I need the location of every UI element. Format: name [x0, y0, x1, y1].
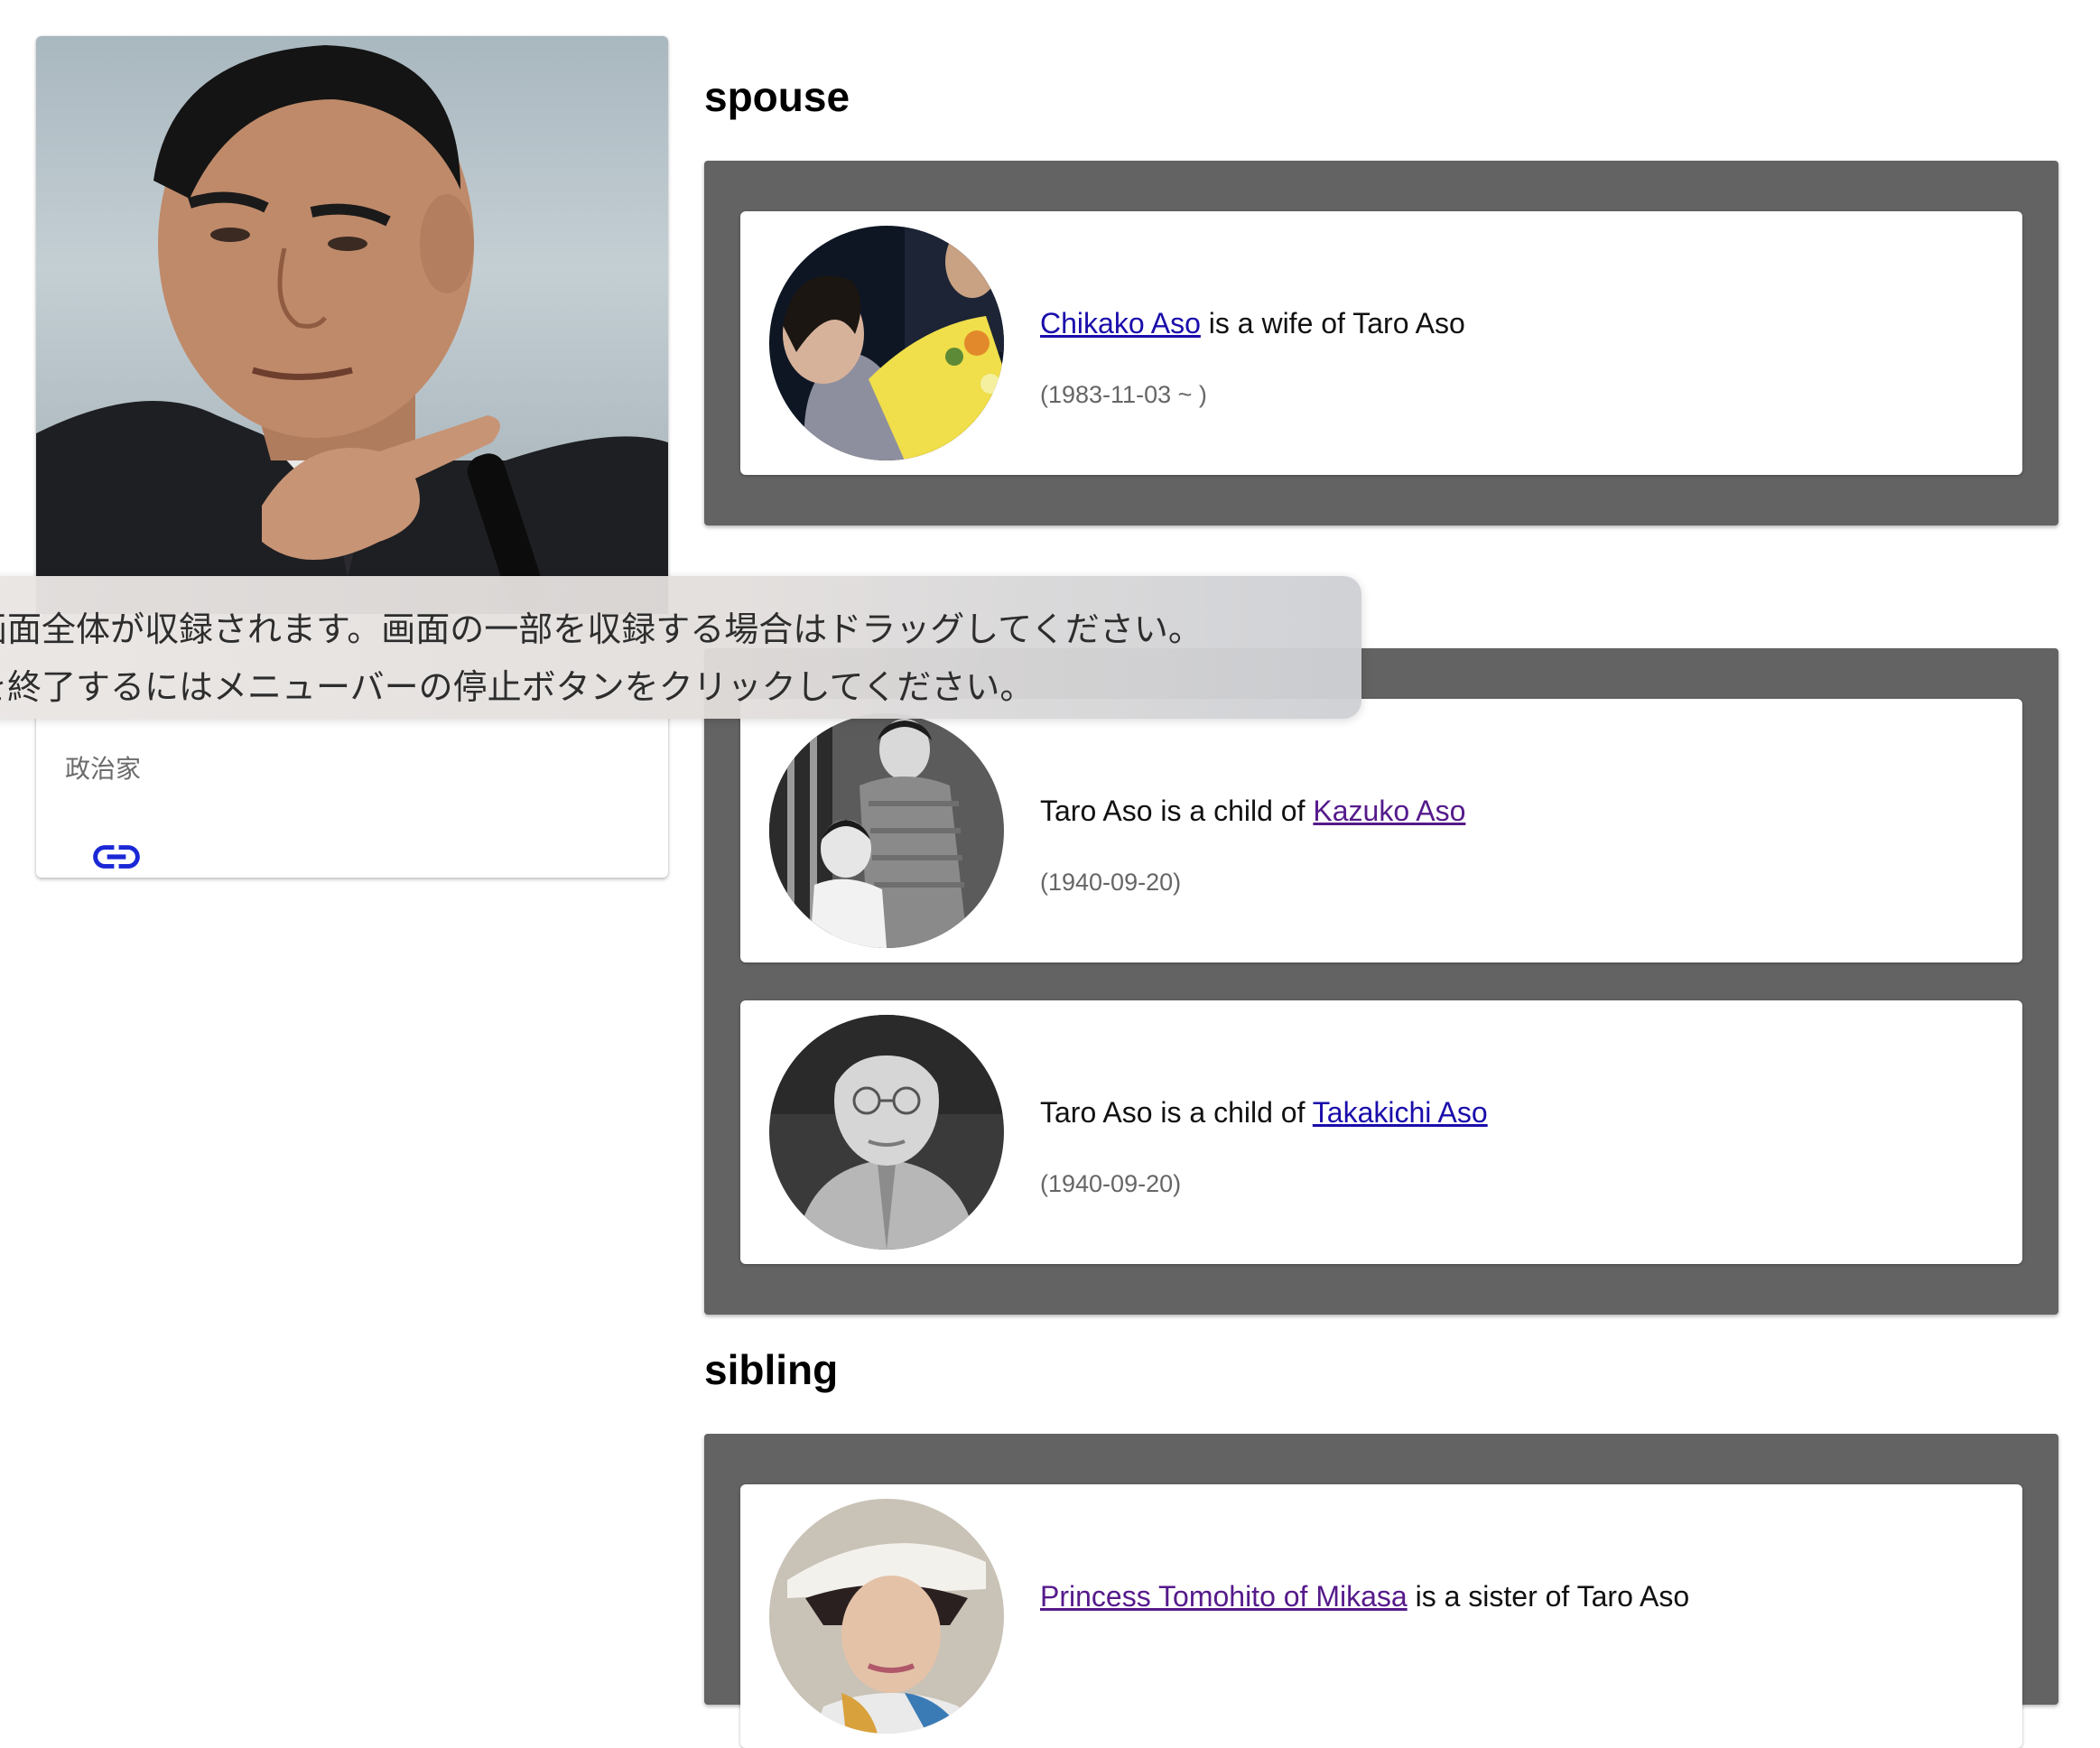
person-link-princess-tomohito[interactable]: Princess Tomohito of Mikasa: [1040, 1580, 1408, 1613]
relation-description: Taro Aso is a child of: [1040, 795, 1314, 827]
avatar-kazuko-aso: [769, 713, 1004, 948]
section-title-spouse: spouse: [704, 73, 850, 120]
relation-text: Taro Aso is a child of Takakichi Aso: [1040, 1096, 1488, 1130]
relation-date: (1940-09-20): [1040, 869, 1182, 896]
occupation-label: 政治家: [65, 755, 142, 783]
spouse-group: Chikako Aso is a wife of Taro Aso (1983-…: [704, 161, 2058, 525]
overlay-line-1: 画面全体が収録されます。画面の一部を収録する場合はドラッグしてください。: [0, 609, 1203, 649]
screen-recording-overlay: 画面全体が収録されます。画面の一部を収録する場合はドラッグしてください。 を終了…: [0, 576, 1361, 719]
relation-description: is a wife of Taro Aso: [1200, 307, 1465, 339]
relation-text: Princess Tomohito of Mikasa is a sister …: [1040, 1580, 1689, 1613]
parent-group: Taro Aso is a child of Kazuko Aso (1940-…: [704, 648, 2058, 1315]
avatar-takakichi-aso: [769, 1015, 1004, 1250]
relation-description: is a sister of Taro Aso: [1407, 1580, 1690, 1613]
relation-date: (1983-11-03 ~ ): [1040, 381, 1207, 408]
relation-text: Taro Aso is a child of Kazuko Aso: [1040, 795, 1465, 828]
avatar-princess-tomohito: [769, 1499, 1004, 1734]
avatar-chikako-aso: [769, 226, 1004, 460]
section-title-sibling: sibling: [704, 1346, 839, 1393]
person-link-kazuko-aso[interactable]: Kazuko Aso: [1313, 795, 1465, 827]
relation-text: Chikako Aso is a wife of Taro Aso: [1040, 307, 1465, 340]
overlay-line-2: を終了するにはメニューバーの停止ボタンをクリックしてください。: [0, 667, 1035, 707]
relation-card: Chikako Aso is a wife of Taro Aso (1983-…: [740, 211, 2022, 475]
relation-card: Taro Aso is a child of Kazuko Aso (1940-…: [740, 699, 2022, 962]
relation-card: Princess Tomohito of Mikasa is a sister …: [740, 1484, 2022, 1748]
relation-card: Taro Aso is a child of Takakichi Aso (19…: [740, 1000, 2022, 1264]
relation-description: Taro Aso is a child of: [1040, 1096, 1313, 1129]
person-link-chikako-aso[interactable]: Chikako Aso: [1040, 307, 1201, 339]
profile-card: 政治家: [36, 36, 668, 878]
sibling-group: Princess Tomohito of Mikasa is a sister …: [704, 1434, 2058, 1748]
link-icon[interactable]: [88, 829, 144, 878]
profile-photo: [36, 36, 668, 614]
relation-date: (1940-09-20): [1040, 1170, 1182, 1197]
person-link-takakichi-aso[interactable]: Takakichi Aso: [1313, 1096, 1488, 1129]
